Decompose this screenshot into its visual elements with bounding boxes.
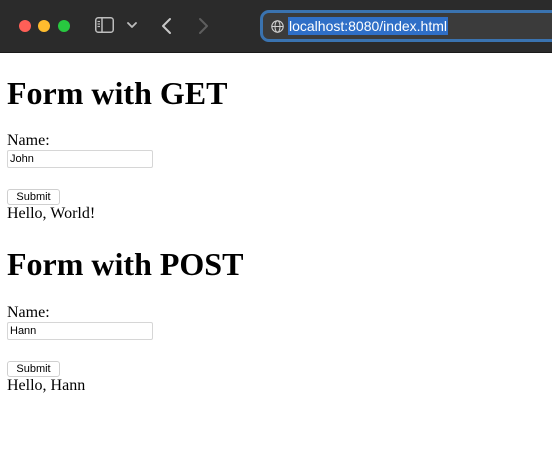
address-bar[interactable]: localhost:8080/index.html — [260, 10, 552, 42]
get-name-input[interactable]: John — [7, 150, 153, 168]
browser-toolbar: localhost:8080/index.html — [0, 0, 552, 53]
post-name-value: Hann — [10, 325, 37, 337]
window-maximize-button[interactable] — [58, 20, 70, 32]
post-result-text: Hello, Hann — [7, 377, 86, 394]
window-close-button[interactable] — [19, 20, 31, 32]
get-submit-button[interactable]: Submit — [7, 189, 60, 205]
window-minimize-button[interactable] — [38, 20, 50, 32]
post-submit-label: Submit — [16, 363, 51, 375]
get-name-label: Name: — [7, 132, 50, 149]
back-arrow-icon[interactable] — [160, 16, 174, 36]
post-name-input[interactable]: Hann — [7, 322, 153, 340]
get-form-heading: Form with GET — [7, 75, 228, 111]
forward-arrow-icon[interactable] — [196, 16, 210, 36]
get-result-text: Hello, World! — [7, 205, 96, 222]
post-form-heading: Form with POST — [7, 246, 244, 282]
chevron-down-icon[interactable] — [126, 19, 138, 31]
post-submit-button[interactable]: Submit — [7, 361, 60, 377]
get-submit-label: Submit — [16, 191, 51, 203]
page-content: Form with GET Name: John Submit Hello, W… — [0, 53, 552, 462]
globe-icon — [271, 20, 284, 33]
address-url[interactable]: localhost:8080/index.html — [288, 17, 448, 35]
get-name-value: John — [10, 153, 34, 165]
post-name-label: Name: — [7, 304, 50, 321]
sidebar-toggle-icon[interactable] — [95, 17, 114, 33]
